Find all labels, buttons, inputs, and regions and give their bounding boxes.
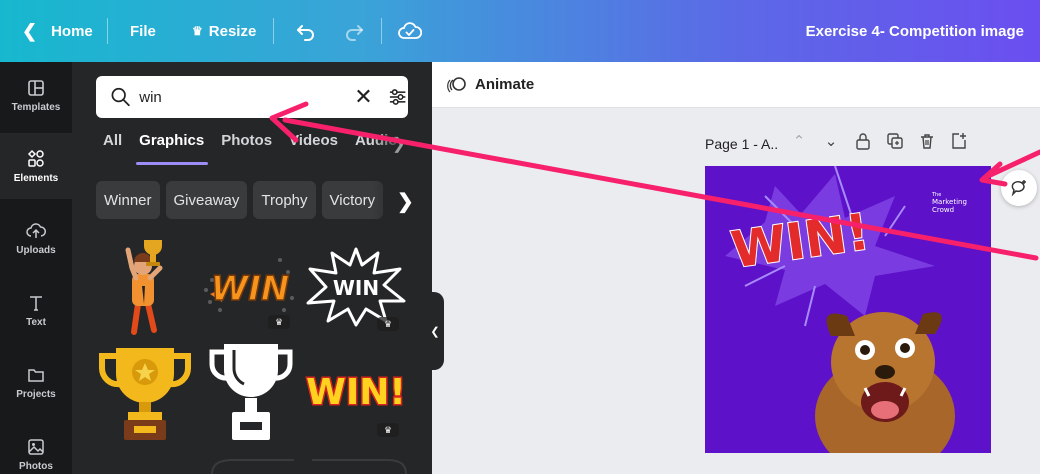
chip-winner[interactable]: Winner [96,181,160,219]
graphic-gold-trophy[interactable] [98,344,192,440]
undo-icon [297,25,314,41]
rail-label: Text [26,316,46,328]
home-button[interactable]: ❮ Home [22,0,93,62]
home-label: Home [51,22,93,40]
chevron-left-icon: ❮ [430,325,440,338]
animate-icon [447,76,466,92]
dog-photo [815,312,955,453]
premium-crown-icon: ♛ [377,317,399,331]
chip-trophy[interactable]: Trophy [253,181,316,219]
graphic-win-sticker[interactable]: WIN [200,250,298,322]
svg-text:Crowd: Crowd [932,206,954,214]
page-actions: ⌃ ⌄ [790,132,968,150]
redo-icon [346,25,363,41]
chevron-left-icon: ❮ [22,20,38,41]
undo-button[interactable] [296,0,316,62]
rail-item-photos[interactable]: Photos [0,421,72,474]
brand-logo: The Marketing Crowd [931,192,967,214]
rail-label: Elements [13,172,59,184]
text-icon [30,295,42,311]
chevron-down-icon[interactable]: ⌄ [822,132,840,150]
rail-item-text[interactable]: Text [0,277,72,343]
collapse-panel-handle[interactable]: ❮ [426,292,444,370]
graphic-partial [211,459,407,474]
elements-panel: ✕ All Graphics Photos Videos Audio ❯ Win… [72,62,432,474]
tab-videos[interactable]: Videos [289,132,338,166]
tab-graphics[interactable]: Graphics [139,132,204,166]
rail-label: Projects [16,388,56,400]
svg-text:Marketing: Marketing [932,198,967,206]
resize-label: Resize [208,22,257,40]
rail-label: Templates [11,101,61,113]
rail-item-templates[interactable]: Templates [0,62,72,128]
tab-photos[interactable]: Photos [221,132,272,166]
rail-item-uploads[interactable]: Uploads [0,205,72,271]
premium-crown-icon: ♛ [268,315,290,329]
rail-item-projects[interactable]: Projects [0,349,72,415]
graphic-person-trophy[interactable] [100,234,180,336]
win-exclaim-text: WIN! [306,372,406,413]
projects-icon [28,368,44,382]
graphic-win-exclaim[interactable]: WIN! [304,362,408,422]
tab-active-indicator [136,162,208,165]
chips-scroll-right-icon[interactable]: ❯ [397,189,414,214]
divider [381,18,382,44]
win-sticker-text: WIN [211,269,290,309]
rail-label: Uploads [16,244,56,256]
file-menu-button[interactable]: File [130,0,156,62]
templates-icon [28,79,44,96]
document-title[interactable]: Exercise 4- Competition image [806,0,1024,62]
graphic-win-starburst[interactable]: WIN [304,245,408,327]
suggestion-chips: Winner Giveaway Trophy Victory [96,181,384,219]
add-page-icon[interactable] [950,132,968,150]
search-input[interactable] [139,88,343,106]
graphic-white-trophy[interactable] [208,342,294,442]
duplicate-page-icon[interactable] [886,132,904,150]
clear-search-icon[interactable]: ✕ [354,84,372,110]
tabs-scroll-right-icon[interactable]: ❯ [392,134,405,154]
divider [107,18,108,44]
left-rail: Templates Elements Uploads Text Projects… [0,62,72,474]
photos-icon [28,438,44,455]
animate-button[interactable]: Animate [446,74,534,96]
tab-all[interactable]: All [103,132,122,166]
result-tabs: All Graphics Photos Videos Audio [96,132,397,166]
chip-giveaway[interactable]: Giveaway [165,181,248,219]
canvas-toolbar: Animate [432,62,1040,108]
search-box[interactable]: ✕ [96,76,408,118]
redo-button[interactable] [344,0,364,62]
divider [273,18,274,44]
search-icon [111,87,130,107]
file-label: File [130,22,156,40]
cloud-check-icon [398,22,422,39]
top-bar: ❮ Home File ♛ Resize Exercise 4- Competi… [0,0,1040,62]
design-artwork: WIN! The Marketing Crowd [725,166,967,453]
chevron-up-icon[interactable]: ⌃ [790,132,808,150]
assistant-icon [1011,180,1026,197]
page-title[interactable]: Page 1 - A.. [705,136,778,152]
filter-icon[interactable] [387,86,408,108]
animate-label: Animate [475,76,535,93]
magic-assistant-button[interactable] [1001,170,1037,206]
rail-label: Photos [19,460,53,472]
trash-icon[interactable] [918,132,936,150]
crown-icon: ♛ [192,24,203,38]
uploads-icon [26,222,46,238]
premium-crown-icon: ♛ [377,423,399,437]
rail-item-elements[interactable]: Elements [0,133,72,199]
win-starburst-text: WIN [333,276,379,300]
design-canvas[interactable]: WIN! The Marketing Crowd [705,166,991,453]
elements-icon [27,149,44,167]
save-status-button[interactable] [398,0,422,62]
lock-icon[interactable] [854,132,872,150]
resize-button[interactable]: ♛ Resize [192,0,256,62]
